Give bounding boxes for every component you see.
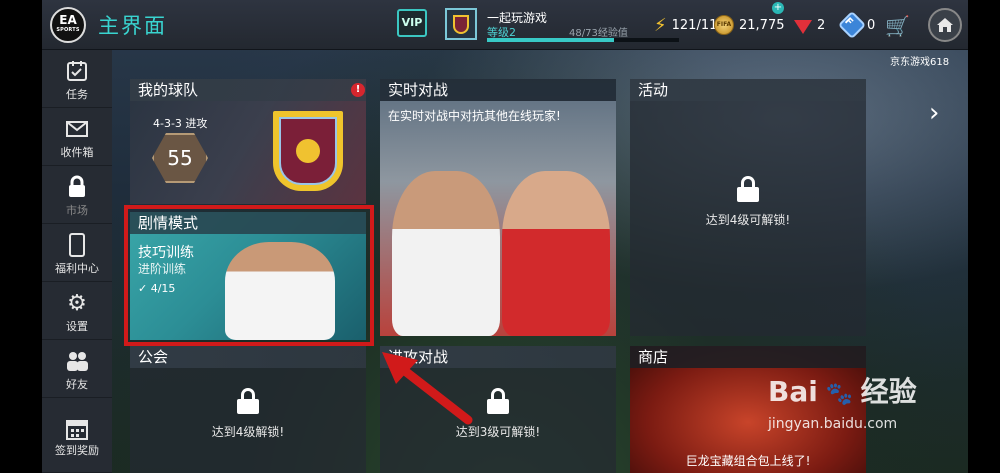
my-team-title: 我的球队 — [130, 79, 366, 101]
notification-badge: ! — [351, 83, 365, 97]
sidebar-item-checkin[interactable]: 签到奖励 — [42, 398, 112, 473]
watermark-main: Bai — [768, 375, 818, 408]
highlight-box — [124, 205, 374, 346]
sidebar-item-label: 好友 — [66, 378, 88, 391]
lock-icon — [64, 174, 90, 200]
watermark-mid: 经验 — [860, 375, 917, 408]
red-arrow-annotation — [382, 352, 473, 425]
xp-bar-fill — [487, 38, 614, 42]
sidebar-item-friends[interactable]: 好友 — [42, 340, 112, 398]
home-button[interactable] — [928, 8, 962, 42]
lightning-icon: ⚡ — [654, 14, 667, 36]
live-match-tile[interactable]: 实时对战 在实时对战中对抗其他在线玩家! — [380, 79, 616, 336]
vip-button[interactable]: VIP — [397, 9, 427, 37]
gems-value: 2 — [817, 17, 826, 33]
sidebar: 任务 收件箱 市场 福利中心 ⚙ 设置 好友 签到奖励 — [42, 50, 112, 473]
gem-icon — [794, 20, 812, 34]
player-image-left — [392, 171, 500, 336]
sidebar-item-tasks[interactable]: 任务 — [42, 50, 112, 108]
cart-icon[interactable]: 🛒 — [885, 14, 910, 38]
coins-value: 21,775 — [739, 17, 785, 33]
fifa-points-stat[interactable]: F 0 — [837, 10, 876, 40]
right-frame — [968, 0, 1000, 473]
league-lock-text: 达到4级解锁! — [211, 425, 285, 439]
page-title: 主界面 — [98, 14, 167, 38]
league-title: 公会 — [130, 346, 366, 368]
live-match-title: 实时对战 — [380, 79, 616, 101]
profile-panel[interactable]: 一起玩游戏 等级2 48/73经验值 — [445, 6, 681, 44]
my-team-tile[interactable]: 我的球队 ! 4-3-3 进攻 55 — [130, 79, 366, 204]
energy-value: 121/11 — [671, 17, 718, 33]
baidu-watermark: Bai 🐾 经验 jingyan.baidu.com — [768, 375, 917, 432]
sidebar-item-market[interactable]: 市场 — [42, 166, 112, 224]
events-title: 活动 — [630, 79, 866, 101]
team-rating: 55 — [152, 133, 208, 183]
sidebar-item-label: 任务 — [66, 88, 88, 101]
sidebar-item-label: 市场 — [66, 204, 88, 217]
energy-stat[interactable]: ⚡ 121/11 — [654, 14, 717, 36]
gems-stat[interactable]: 2 — [794, 14, 825, 36]
live-match-description: 在实时对战中对抗其他在线玩家! — [388, 109, 561, 123]
coin-icon: FIFA — [714, 15, 734, 35]
club-crest-icon — [445, 8, 477, 40]
team-formation: 4-3-3 进攻 — [153, 117, 208, 130]
gear-icon: ⚙ — [67, 290, 87, 316]
lock-icon — [737, 176, 759, 202]
xp-bar — [487, 38, 679, 42]
left-frame — [0, 0, 42, 473]
events-lock-text: 达到4级可解锁! — [705, 213, 791, 227]
sidebar-item-label: 福利中心 — [55, 262, 99, 275]
ea-logo-sub: SPORTS — [56, 27, 80, 33]
sidebar-item-inbox[interactable]: 收件箱 — [42, 108, 112, 166]
sidebar-item-label: 设置 — [66, 320, 88, 333]
news-ticker: 京东游戏618 — [890, 57, 950, 68]
lock-icon — [237, 388, 259, 414]
mail-icon — [64, 116, 90, 142]
fifa-points-value: 0 — [867, 17, 876, 33]
sidebar-item-settings[interactable]: ⚙ 设置 — [42, 282, 112, 340]
shop-caption: 巨龙宝藏组合包上线了! — [685, 454, 811, 468]
sidebar-item-welfare[interactable]: 福利中心 — [42, 224, 112, 282]
player-image-right — [502, 171, 610, 336]
card-icon — [64, 232, 90, 258]
friends-icon — [64, 348, 90, 374]
top-bar: EA SPORTS 主界面 VIP 一起玩游戏 等级2 48/73经验值 + ⚡ … — [42, 0, 968, 50]
add-energy-button[interactable]: + — [772, 2, 784, 14]
sidebar-item-label: 收件箱 — [60, 146, 94, 159]
xp-text: 48/73经验值 — [569, 28, 628, 39]
watermark-url: jingyan.baidu.com — [768, 416, 898, 432]
shop-title: 商店 — [630, 346, 866, 368]
ea-sports-logo: EA SPORTS — [50, 7, 86, 43]
coins-stat[interactable]: FIFA 21,775 — [714, 14, 785, 36]
events-tile[interactable]: 活动 达到4级可解锁! — [630, 79, 866, 336]
calendar-icon — [64, 416, 90, 442]
league-tile[interactable]: 公会 达到4级解锁! — [130, 346, 366, 473]
chevron-right-icon[interactable]: › — [929, 98, 939, 128]
fifa-points-icon: F — [837, 10, 867, 40]
sidebar-item-label: 签到奖励 — [55, 444, 99, 457]
club-crest-icon — [273, 111, 343, 191]
home-icon — [937, 18, 953, 32]
task-icon — [64, 58, 90, 84]
